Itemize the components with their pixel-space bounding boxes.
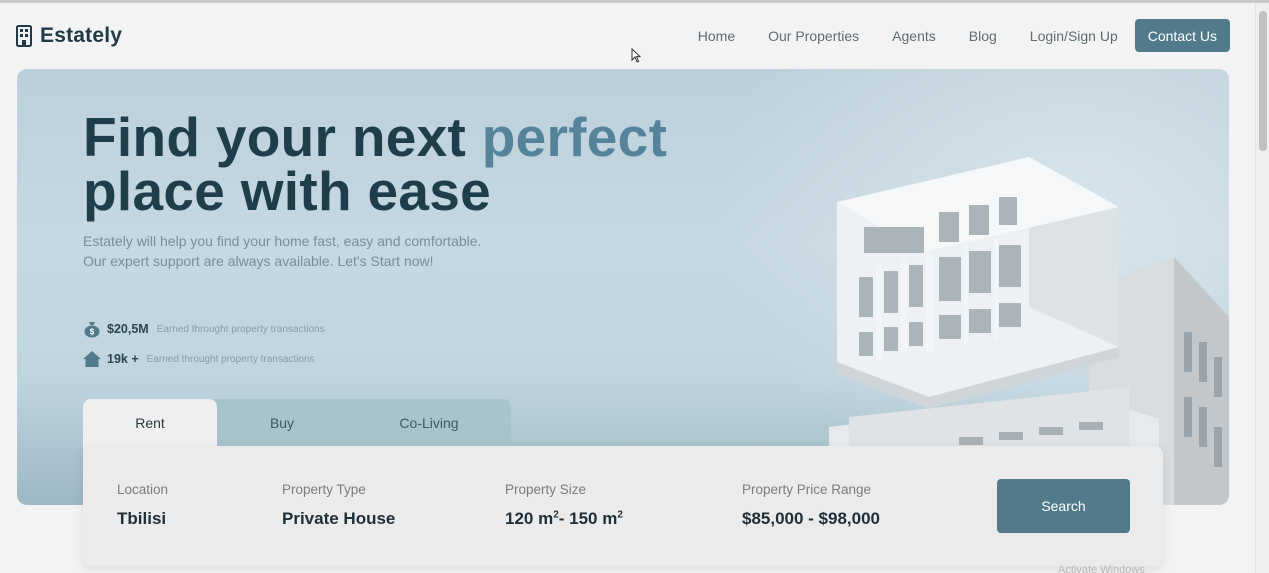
property-type-label: Property Type	[282, 482, 366, 497]
scrollbar-thumb[interactable]	[1259, 11, 1267, 151]
stat-homes-value: 19k +	[107, 352, 139, 366]
property-size-value: 120 m2- 150 m2	[505, 509, 623, 529]
size-max-exp: 2	[617, 509, 623, 521]
brand-name: Estately	[40, 24, 123, 47]
location-field[interactable]: Location Tbilisi	[117, 482, 168, 529]
search-tabs: Rent Buy Co-Living	[83, 399, 511, 447]
nav-blog[interactable]: Blog	[969, 28, 997, 44]
hero-subtitle-line1: Estately will help you find your home fa…	[83, 233, 482, 249]
location-value: Tbilisi	[117, 509, 167, 528]
nav-our-properties[interactable]: Our Properties	[768, 28, 859, 44]
hero-title-accent: perfect	[481, 106, 668, 168]
mouse-cursor-icon	[631, 48, 641, 63]
size-max: - 150 m	[558, 509, 618, 528]
nav-login-signup[interactable]: Login/Sign Up	[1030, 28, 1118, 44]
contact-us-button[interactable]: Contact Us	[1134, 19, 1230, 52]
stat-earnings: $ $20,5M Earned throught property transa…	[83, 320, 325, 338]
property-size-field[interactable]: Property Size 120 m2- 150 m2	[505, 482, 623, 529]
property-type-value: Private House	[282, 509, 396, 528]
building-icon	[16, 25, 32, 47]
svg-text:$: $	[90, 328, 95, 337]
hero-title-part1: Find your next	[83, 106, 482, 168]
price-range-value: $85,000 - $98,000	[742, 509, 881, 528]
hero-subtitle-line2: Our expert support are always available.…	[83, 253, 434, 269]
brand-logo[interactable]: Estately	[16, 24, 122, 48]
search-button[interactable]: Search	[997, 479, 1130, 533]
property-size-label: Property Size	[505, 482, 587, 497]
tab-co-living[interactable]: Co-Living	[347, 399, 511, 447]
activate-windows-watermark: Activate Windows	[1058, 564, 1145, 573]
page-scrollbar[interactable]	[1255, 3, 1269, 573]
price-range-label: Property Price Range	[742, 482, 872, 497]
stat-homes-desc: Earned throught property transactions	[146, 353, 315, 365]
property-type-field[interactable]: Property Type Private House	[282, 482, 395, 529]
tab-buy[interactable]: Buy	[217, 399, 347, 447]
tab-rent[interactable]: Rent	[83, 399, 217, 447]
hero-subtitle: Estately will help you find your home fa…	[83, 231, 503, 271]
stat-homes: 19k + Earned throught property transacti…	[83, 350, 315, 368]
hero-title-part2: place with ease	[83, 160, 492, 222]
main-nav: Home Our Properties Agents Blog Login/Si…	[698, 19, 1230, 52]
nav-home[interactable]: Home	[698, 28, 735, 44]
window-top-edge	[0, 0, 1269, 3]
nav-agents[interactable]: Agents	[892, 28, 936, 44]
search-card: Location Tbilisi Property Type Private H…	[83, 446, 1163, 566]
stat-earnings-desc: Earned throught property transactions	[156, 323, 325, 335]
hero-title: Find your next perfect place with ease	[83, 110, 667, 219]
price-range-field[interactable]: Property Price Range $85,000 - $98,000	[742, 482, 880, 529]
house-icon	[83, 351, 101, 367]
size-min: 120 m	[505, 509, 554, 528]
stat-earnings-value: $20,5M	[107, 322, 149, 336]
location-label: Location	[117, 482, 169, 497]
money-bag-icon: $	[84, 322, 100, 338]
